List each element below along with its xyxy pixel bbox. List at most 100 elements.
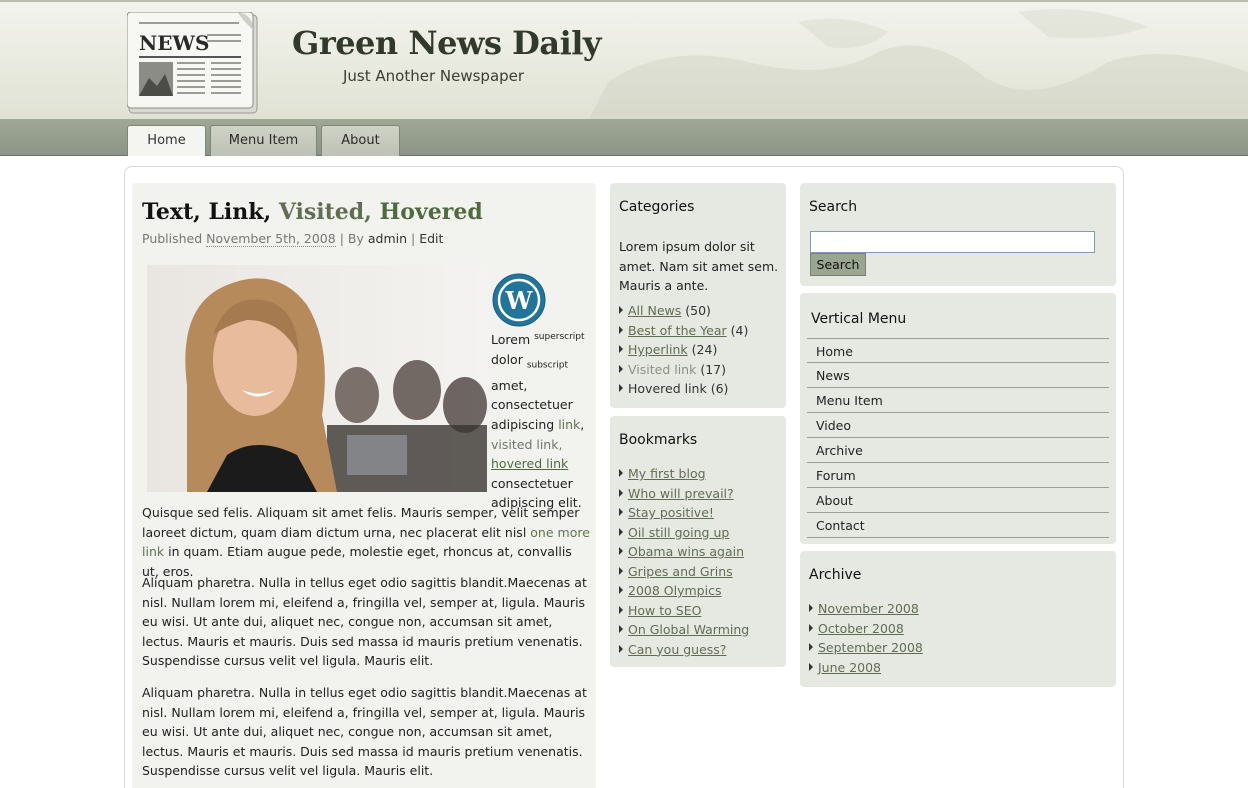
vmenu-item-archive[interactable]: Archive: [807, 438, 1109, 463]
wordpress-logo-icon: W: [492, 273, 546, 327]
list-item: Gripes and Grins: [619, 562, 749, 582]
list-item: On Global Warming: [619, 620, 749, 640]
meta-sep: |: [411, 231, 416, 246]
side-dolor: dolor: [491, 351, 523, 367]
meta-date: November 5th, 2008: [206, 231, 336, 247]
list-item: Hyperlink (24): [619, 340, 748, 360]
list-item: Visited link (17): [619, 360, 748, 380]
bookmark-link[interactable]: 2008 Olympics: [628, 583, 721, 598]
archive-title: Archive: [809, 567, 862, 583]
category-count: (17): [700, 361, 726, 377]
archive-link[interactable]: November 2008: [818, 601, 919, 616]
post-side-text: Lorem superscript dolor subscript amet, …: [491, 332, 585, 511]
list-item: Can you guess?: [619, 640, 749, 660]
categories-title: Categories: [619, 199, 695, 215]
svg-text:W: W: [505, 286, 534, 315]
bookmarks-title: Bookmarks: [619, 432, 698, 448]
archive-widget: Archive November 2008 October 2008 Septe…: [800, 551, 1116, 687]
vmenu-item-contact[interactable]: Contact: [807, 513, 1109, 538]
vmenu-item-news[interactable]: News: [807, 363, 1109, 388]
post-title-hovered: Hovered: [379, 199, 483, 225]
para1-text-a: Quisque sed felis. Aliquam sit amet feli…: [142, 505, 580, 540]
site-title[interactable]: Green News Daily: [292, 24, 602, 62]
post-paragraph-1: Quisque sed felis. Aliquam sit amet feli…: [142, 503, 592, 581]
list-item: June 2008: [809, 658, 923, 678]
list-item: November 2008: [809, 599, 923, 619]
category-link-visited[interactable]: Visited link: [628, 362, 696, 377]
bookmark-link[interactable]: Oil still going up: [628, 525, 729, 540]
list-item: My first blog: [619, 464, 749, 484]
meta-edit-link[interactable]: Edit: [419, 231, 443, 246]
list-item: Hovered link (6): [619, 379, 748, 399]
meta-author-link[interactable]: admin: [368, 231, 407, 246]
main-navigation: Home Menu Item About: [0, 119, 1248, 156]
categories-list: All News (50) Best of the Year (4) Hyper…: [619, 301, 748, 399]
subscript-text: subscript: [526, 360, 569, 371]
list-item: 2008 Olympics: [619, 581, 749, 601]
bookmark-link[interactable]: My first blog: [628, 466, 706, 481]
list-item: Best of the Year (4): [619, 321, 748, 341]
search-widget: Search Search: [800, 183, 1116, 286]
inline-link[interactable]: link: [558, 417, 580, 432]
vmenu-item-forum[interactable]: Forum: [807, 463, 1109, 488]
tab-menu-item[interactable]: Menu Item: [210, 125, 317, 156]
vertical-menu-title: Vertical Menu: [811, 311, 907, 327]
bookmark-link[interactable]: Gripes and Grins: [628, 564, 733, 579]
bookmark-link[interactable]: On Global Warming: [628, 622, 749, 637]
bookmark-link[interactable]: Can you guess?: [628, 642, 726, 657]
post-photo-woman: [147, 265, 487, 492]
bookmark-link[interactable]: Obama wins again: [628, 544, 744, 559]
world-map-background: [589, 9, 1248, 119]
category-link-all-news[interactable]: All News: [628, 303, 681, 318]
logo-news-text: NEWS: [139, 31, 209, 55]
search-title: Search: [809, 199, 858, 215]
list-item: How to SEO: [619, 601, 749, 621]
post-article: Text, Link, Visited, Hovered Published N…: [132, 183, 596, 788]
category-count: (6): [710, 381, 729, 396]
side-lorem: Lorem: [491, 332, 531, 348]
bookmarks-list: My first blog Who will prevail? Stay pos…: [619, 464, 749, 659]
bookmark-link[interactable]: Who will prevail?: [628, 486, 734, 501]
vmenu-item-about[interactable]: About: [807, 488, 1109, 513]
post-paragraph-2: Aliquam pharetra. Nulla in tellus eget o…: [142, 575, 587, 669]
category-link-best-of-year[interactable]: Best of the Year: [628, 323, 727, 338]
vertical-menu-widget: Vertical Menu Home News Menu Item Video …: [800, 293, 1116, 544]
category-link-hovered[interactable]: Hovered link: [628, 381, 707, 396]
list-item: Obama wins again: [619, 542, 749, 562]
newspaper-logo-icon[interactable]: NEWS: [127, 12, 261, 116]
post-meta: Published November 5th, 2008 | By admin …: [142, 231, 443, 247]
hovered-link[interactable]: hovered link: [491, 456, 568, 471]
search-button[interactable]: Search: [810, 253, 866, 276]
vmenu-item-home[interactable]: Home: [807, 338, 1109, 363]
bookmarks-widget: Bookmarks My first blog Who will prevail…: [610, 416, 786, 667]
bookmark-link[interactable]: Stay positive!: [628, 505, 714, 520]
tab-about[interactable]: About: [321, 125, 400, 156]
list-item: September 2008: [809, 638, 923, 658]
category-count: (4): [730, 322, 749, 338]
list-item: Oil still going up: [619, 523, 749, 543]
list-item: Stay positive!: [619, 503, 749, 523]
post-title[interactable]: Text, Link, Visited, Hovered: [142, 199, 483, 225]
categories-widget: Categories Lorem ipsum dolor sit amet. N…: [610, 183, 786, 408]
post-paragraph-3: Aliquam pharetra. Nulla in tellus eget o…: [142, 685, 587, 779]
post-title-visited: Visited,: [278, 199, 372, 225]
search-input[interactable]: [810, 231, 1095, 253]
superscript-text: superscript: [534, 332, 585, 342]
list-item: Who will prevail?: [619, 484, 749, 504]
archive-link[interactable]: June 2008: [818, 660, 881, 675]
categories-intro: Lorem ipsum dolor sit amet. Nam sit amet…: [619, 239, 779, 293]
list-item: October 2008: [809, 619, 923, 639]
site-header: NEWS Green News Daily Just Another Newsp…: [0, 0, 1248, 119]
bookmark-link[interactable]: How to SEO: [628, 603, 701, 618]
category-count: (24): [691, 342, 718, 357]
tab-home[interactable]: Home: [127, 125, 206, 156]
archive-link[interactable]: October 2008: [818, 621, 904, 636]
list-item: All News (50): [619, 301, 748, 321]
vmenu-item-video[interactable]: Video: [807, 413, 1109, 438]
archive-link[interactable]: September 2008: [818, 640, 923, 655]
visited-link[interactable]: visited link,: [491, 437, 562, 452]
vmenu-item-menu-item[interactable]: Menu Item: [807, 388, 1109, 413]
meta-sep-by: | By: [339, 231, 364, 246]
meta-published-label: Published: [142, 231, 203, 246]
category-link-hyperlink[interactable]: Hyperlink: [628, 342, 688, 357]
